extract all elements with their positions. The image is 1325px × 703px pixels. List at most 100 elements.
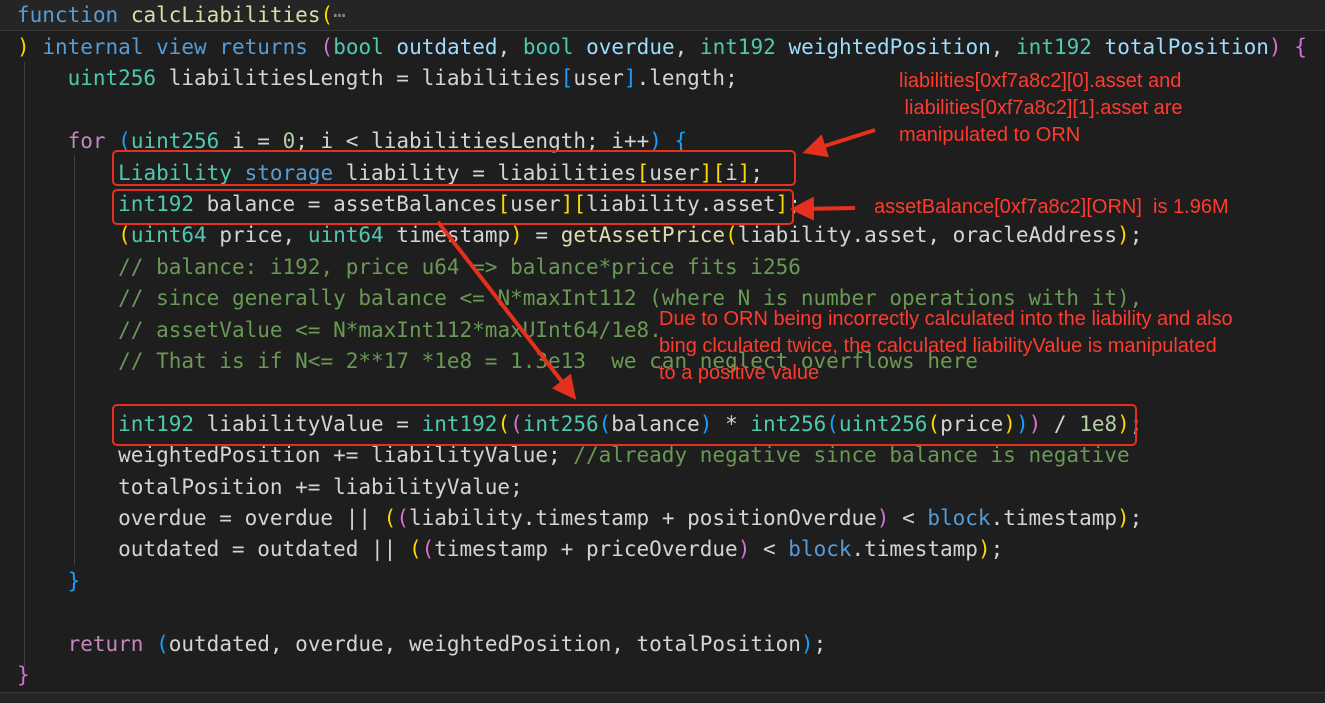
code-line[interactable]: ) internal view returns (bool outdated, … [17,32,1307,62]
code-token: .timestamp [990,506,1118,530]
code-line[interactable]: uint256 liabilitiesLength = liabilities[… [17,63,738,93]
sticky-scroll-header[interactable]: function calcLiabilities(⋯ [0,0,1325,31]
code-line[interactable]: int192 liabilityValue = int192((int256(b… [17,409,1142,439]
code-token: 0 [282,129,296,154]
code-token: { [674,129,688,154]
code-token: .length; [636,66,738,91]
code-token: ) [1003,411,1016,436]
code-token: internal [42,35,144,59]
code-token: storage [244,160,334,185]
code-token: user [573,66,624,91]
code-token: for [67,129,106,154]
code-token: ) [1268,35,1282,59]
code-token: ) [876,506,890,530]
arrow-to-liability-box [802,128,876,158]
code-token: price, [206,223,308,248]
code-line[interactable]: weightedPosition += liabilityValue; //al… [17,440,1130,470]
code-token: ; [1129,223,1143,248]
code-token: // balance: i192, price u64 => balance*p… [118,254,801,279]
code-line[interactable]: function calcLiabilities(⋯ [17,0,346,30]
code-token: int192 [1016,35,1092,59]
code-token: bool [522,35,574,59]
code-token: ( [383,506,397,530]
code-token: int192 [118,411,195,436]
code-token: weightedPosition [788,35,991,59]
code-line[interactable]: (uint64 price, uint64 timestamp) = getAs… [17,220,1142,250]
code-token: ) [649,129,662,154]
code-token: user [510,192,561,216]
code-line[interactable]: int192 balance = assetBalances[user][lia… [17,189,801,219]
code-token: int256 [522,411,599,436]
code-token: block [788,537,852,562]
annotation-liability-assets: liabilities[0xf7a8c2][0].asset and liabi… [899,70,1183,146]
code-token: ) [699,411,713,436]
code-line[interactable]: totalPosition += liabilityValue; [17,472,523,502]
code-token: < [750,537,789,562]
code-token: function [17,3,119,27]
code-token: ( [118,223,131,248]
code-token: ] [623,66,637,91]
code-token: uint256 [130,129,220,154]
code-line[interactable]: overdue = overdue || ((liability.timesta… [17,503,1142,533]
code-token: uint256 [838,411,928,436]
code-line[interactable]: return (outdated, overdue, weightedPosit… [17,629,827,659]
code-token: getAssetPrice [560,223,726,248]
code-token: ⋯ [333,3,346,27]
code-token: ( [510,411,523,436]
code-token: bool [333,35,384,59]
code-token: //already negative since balance is nega… [573,443,1130,468]
editor-bottom-border [0,692,1325,703]
code-token: ( [118,129,131,154]
code-token: ; [813,631,827,656]
code-token: ; [990,537,1004,562]
code-token: ( [320,35,334,59]
code-token: liability.timestamp + positionOverdue [408,506,877,530]
code-token: ( [826,411,839,436]
code-token: [ [573,192,586,216]
code-token: ] [699,160,713,185]
code-token: ; [1129,506,1143,530]
code-line[interactable]: // balance: i192, price u64 => balance*p… [17,252,801,282]
code-token: i = [219,129,283,154]
code-line[interactable]: } [17,566,81,596]
code-token: overdue = overdue || [17,506,384,530]
code-line[interactable]: outdated = outdated || ((timestamp + pri… [17,534,1003,564]
code-token: uint64 [130,223,207,248]
code-token: 1e8 [1079,411,1118,436]
code-token: outdated = outdated || [17,537,409,562]
code-token: liabilitiesLength = liabilities [156,66,561,91]
code-token: uint64 [307,223,384,248]
code-token: totalPosition [1104,35,1269,59]
code-token: balance = assetBalances [194,192,498,216]
code-token: timestamp [383,223,511,248]
code-line[interactable]: Liability storage liability = liabilitie… [17,158,763,188]
code-editor[interactable]: function calcLiabilities(⋯ ) internal vi… [0,0,1325,703]
code-token: user [649,160,700,185]
code-token: .timestamp [851,537,978,562]
code-token: , [674,35,700,59]
code-token: ( [320,3,334,27]
code-token: overdue [586,35,675,59]
code-token: int192 [118,192,195,216]
code-line[interactable]: // assetValue <= N*maxInt112*maxUInt64/1… [17,315,662,345]
code-token: view [156,35,207,59]
code-line[interactable]: for (uint256 i = 0; i < liabilitiesLengt… [17,126,688,156]
code-token: [ [636,160,650,185]
code-token: ( [396,506,409,530]
code-token: = [522,223,561,248]
indent-guide [24,62,25,667]
code-token: ( [408,537,422,562]
code-token: ) [1117,506,1130,530]
